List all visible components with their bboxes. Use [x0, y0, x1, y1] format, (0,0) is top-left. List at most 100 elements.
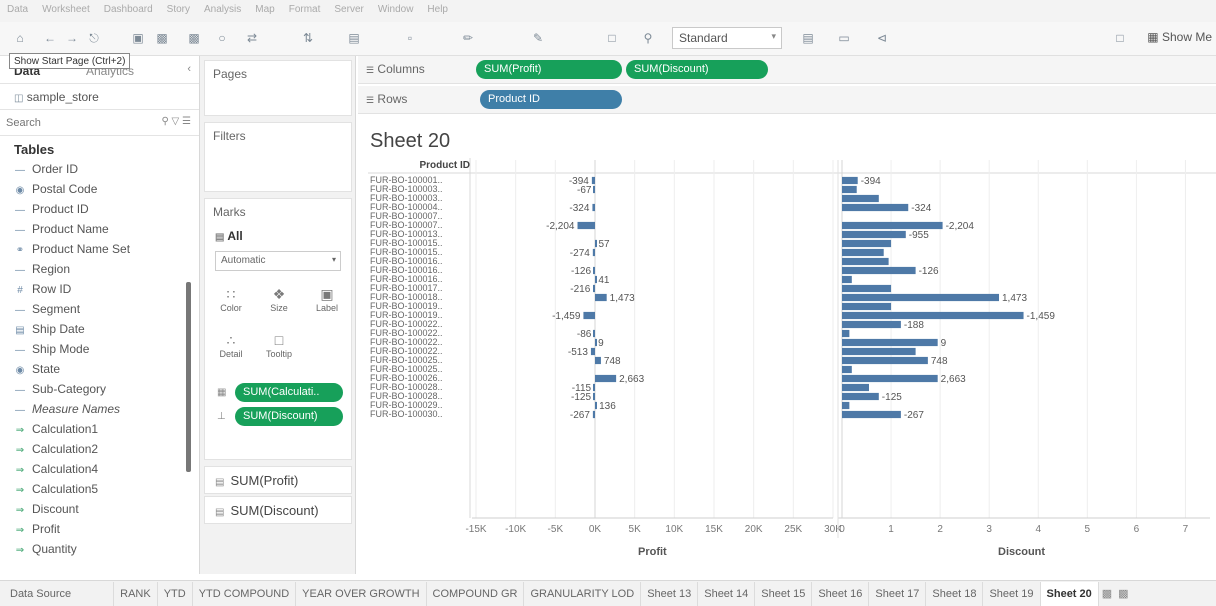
filters-card[interactable]: Filters: [204, 122, 352, 192]
field-profit[interactable]: ⇒ Profit: [0, 519, 199, 539]
label-icon: ▣: [320, 286, 334, 302]
collapse-icon[interactable]: ‹: [187, 63, 191, 75]
field-calculation1[interactable]: ⇒ Calculation1: [0, 419, 199, 439]
group-icon[interactable]: ▤: [346, 30, 362, 46]
size-button[interactable]: ❖ Size: [261, 285, 297, 321]
menu-dashboard[interactable]: Dashboard: [97, 0, 160, 15]
new-dashboard-icon[interactable]: ▩: [1099, 581, 1115, 606]
mark-type-select[interactable]: Automatic ▾: [215, 251, 341, 271]
tab-granularity-lod[interactable]: GRANULARITY LOD: [524, 582, 642, 606]
marks-tab-discount[interactable]: ▤ SUM(Discount): [204, 496, 352, 524]
tooltip-button[interactable]: □ Tooltip: [261, 331, 297, 367]
profit-data-label: -126: [571, 266, 591, 277]
detail-button[interactable]: ∴ Detail: [213, 331, 249, 367]
clear-icon[interactable]: ○: [214, 30, 230, 46]
field-discount[interactable]: ⇒ Discount: [0, 499, 199, 519]
presentation-icon[interactable]: ▭: [836, 30, 852, 46]
tab-rank[interactable]: RANK: [114, 582, 158, 606]
menu-format[interactable]: Format: [282, 0, 328, 15]
field-measure-names[interactable]: — Measure Names: [0, 399, 199, 419]
highlight-icon[interactable]: ✏: [460, 30, 476, 46]
new-sheet-icon[interactable]: ▩: [154, 30, 170, 46]
tab-ytd[interactable]: YTD: [158, 582, 193, 606]
forward-arrow-icon[interactable]: →: [64, 30, 80, 46]
columns-pill-discount[interactable]: SUM(Discount): [626, 60, 768, 79]
chart-icon[interactable]: ▤: [800, 30, 816, 46]
tab-year-over-growth[interactable]: YEAR OVER GROWTH: [296, 582, 427, 606]
home-icon[interactable]: ⌂: [12, 30, 28, 46]
pages-card[interactable]: Pages: [204, 60, 352, 116]
marks-all-tab[interactable]: ▤ All: [205, 225, 351, 247]
pin-icon[interactable]: ⚲: [640, 30, 656, 46]
search-input[interactable]: [6, 114, 136, 132]
dim-field-icon: —: [15, 205, 25, 216]
tab-sheet-20[interactable]: Sheet 20: [1040, 582, 1099, 606]
tab-sheet-14[interactable]: Sheet 14: [698, 582, 756, 606]
tab-sheet-15[interactable]: Sheet 15: [755, 582, 813, 606]
tab-data-source[interactable]: Data Source: [0, 582, 115, 606]
menu-map[interactable]: Map: [248, 0, 281, 15]
new-story-icon[interactable]: ▩: [1115, 581, 1131, 606]
profit-bar: [595, 239, 597, 248]
columns-shelf[interactable]: ☰ Columns SUM(Profit) SUM(Discount): [358, 56, 1216, 84]
field-name: Segment: [32, 302, 81, 316]
rows-shelf[interactable]: ☰ Rows Product ID: [358, 86, 1216, 114]
field-segment[interactable]: — Segment: [0, 299, 199, 319]
menu-window[interactable]: Window: [371, 0, 421, 15]
field-order-id[interactable]: — Order ID: [0, 159, 199, 179]
field-ship-mode[interactable]: — Ship Mode: [0, 339, 199, 359]
field-row-id[interactable]: # Row ID: [0, 279, 199, 299]
pen-icon[interactable]: ✎: [530, 30, 546, 46]
view-menu-icon: ☰: [182, 116, 191, 127]
label-button[interactable]: ▣ Label: [309, 285, 345, 321]
menu-story[interactable]: Story: [160, 0, 197, 15]
field-state[interactable]: ◉ State: [0, 359, 199, 379]
tab-sheet-18[interactable]: Sheet 18: [926, 582, 984, 606]
fit-select-value: Standard: [679, 31, 728, 45]
menu-server[interactable]: Server: [327, 0, 370, 15]
field-product-name-set[interactable]: ⚭ Product Name Set: [0, 239, 199, 259]
color-button[interactable]: ∷ Color: [213, 285, 249, 321]
menu-help[interactable]: Help: [420, 0, 455, 15]
back-arrow-icon[interactable]: ←: [42, 30, 58, 46]
sort-asc-icon[interactable]: ⇅: [300, 30, 316, 46]
tab-compound-gr[interactable]: COMPOUND GR: [427, 582, 525, 606]
field-calculation2[interactable]: ⇒ Calculation2: [0, 439, 199, 459]
field-quantity[interactable]: ⇒ Quantity: [0, 539, 199, 559]
marks-pill-calculation[interactable]: SUM(Calculati..: [235, 383, 343, 402]
field-sub-category[interactable]: — Sub-Category: [0, 379, 199, 399]
fit-icon[interactable]: □: [604, 30, 620, 46]
tab-sheet-19[interactable]: Sheet 19: [983, 582, 1041, 606]
field-product-id[interactable]: — Product ID: [0, 199, 199, 219]
columns-pill-profit[interactable]: SUM(Profit): [476, 60, 622, 79]
save-icon[interactable]: ▣: [130, 30, 146, 46]
scrollbar[interactable]: [186, 282, 191, 472]
search-tools[interactable]: ⚲ ▽ ☰: [161, 116, 191, 127]
tab-sheet-13[interactable]: Sheet 13: [641, 582, 699, 606]
rows-pill-product-id[interactable]: Product ID: [480, 90, 622, 109]
tab-sheet-16[interactable]: Sheet 16: [812, 582, 870, 606]
field-product-name[interactable]: — Product Name: [0, 219, 199, 239]
swap-icon[interactable]: ⇄: [244, 30, 260, 46]
fit-select[interactable]: Standard ▾: [672, 27, 782, 49]
tab-sheet-17[interactable]: Sheet 17: [869, 582, 927, 606]
field-postal-code[interactable]: ◉ Postal Code: [0, 179, 199, 199]
comment-icon[interactable]: □: [1112, 30, 1128, 46]
datasource-item[interactable]: ◫ sample_store: [0, 84, 199, 110]
field-ship-date[interactable]: ▤ Ship Date: [0, 319, 199, 339]
labels-icon[interactable]: ▫: [402, 30, 418, 46]
menu-worksheet[interactable]: Worksheet: [35, 0, 97, 15]
field-region[interactable]: — Region: [0, 259, 199, 279]
marks-pill-discount[interactable]: SUM(Discount): [235, 407, 343, 426]
show-me-button[interactable]: ▦ Show Me: [1147, 30, 1212, 44]
menu-data[interactable]: Data: [0, 0, 35, 15]
menu-analysis[interactable]: Analysis: [197, 0, 248, 15]
duplicate-icon[interactable]: ▩: [186, 30, 202, 46]
field-calculation5[interactable]: ⇒ Calculation5: [0, 479, 199, 499]
field-calculation4[interactable]: ⇒ Calculation4: [0, 459, 199, 479]
marks-tab-profit[interactable]: ▤ SUM(Profit): [204, 466, 352, 494]
tab-ytd-compound[interactable]: YTD COMPOUND: [193, 582, 297, 606]
share-icon[interactable]: ⊲: [874, 30, 890, 46]
discount-bar: [842, 257, 889, 266]
data-source-icon[interactable]: ⎋: [86, 30, 102, 46]
